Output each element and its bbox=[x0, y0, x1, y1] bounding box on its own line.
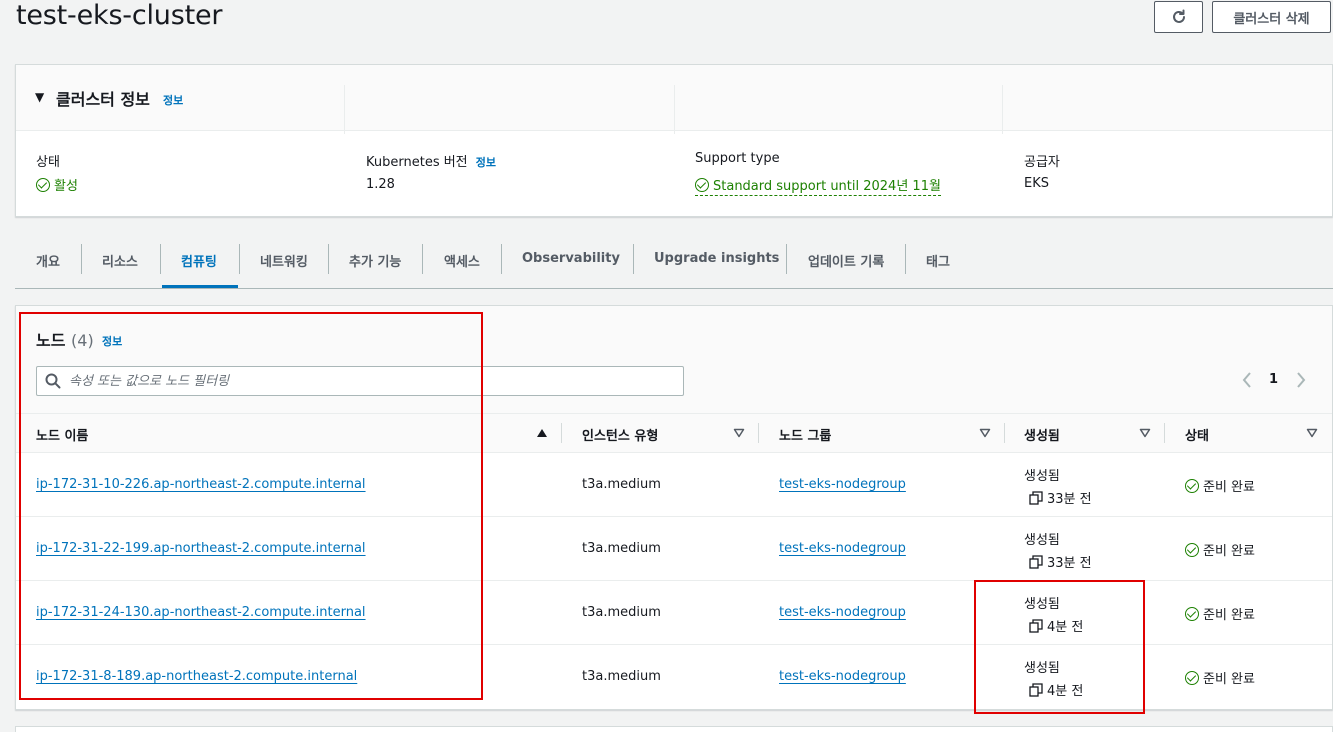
node-group-link[interactable]: test-eks-nodegroup bbox=[779, 477, 906, 492]
sort-icon[interactable] bbox=[979, 428, 991, 438]
status-value: 활성 bbox=[36, 175, 78, 194]
column-header-instance-type[interactable]: 인스턴스 유형 bbox=[582, 425, 658, 444]
tab-separator bbox=[239, 244, 240, 274]
highlight-box-created bbox=[974, 580, 1145, 714]
tab-separator bbox=[160, 244, 161, 274]
tab-separator bbox=[905, 244, 906, 274]
instance-type: t3a.medium bbox=[582, 669, 661, 684]
k8s-version-label: Kubernetes 버전 정보 bbox=[366, 151, 496, 170]
check-circle-icon bbox=[1185, 543, 1199, 557]
tab-addons[interactable]: 추가 기능 bbox=[349, 251, 401, 270]
divider bbox=[344, 85, 345, 134]
highlight-box-node-names bbox=[19, 312, 483, 700]
created-time: 33분 전 bbox=[1029, 488, 1092, 507]
tab-separator bbox=[328, 244, 329, 274]
provider-value: EKS bbox=[1024, 176, 1049, 191]
tab-overview[interactable]: 개요 bbox=[36, 251, 60, 270]
check-circle-icon bbox=[1185, 671, 1199, 685]
column-separator bbox=[561, 423, 562, 443]
node-status: 준비 완료 bbox=[1185, 540, 1255, 559]
check-circle-icon bbox=[695, 178, 709, 192]
delete-cluster-button[interactable]: 클러스터 삭제 bbox=[1212, 1, 1331, 33]
node-status-text: 준비 완료 bbox=[1203, 480, 1255, 495]
cluster-info-link[interactable]: 정보 bbox=[163, 92, 183, 108]
created-label: 생성됨 bbox=[1024, 469, 1060, 484]
tab-upgrade-insights[interactable]: Upgrade insights bbox=[654, 251, 779, 266]
instance-type: t3a.medium bbox=[582, 605, 661, 620]
tab-separator bbox=[422, 244, 423, 274]
caret-down-icon[interactable]: ▼ bbox=[35, 90, 44, 104]
node-status: 준비 완료 bbox=[1185, 668, 1255, 687]
check-circle-icon bbox=[1185, 607, 1199, 621]
node-status-text: 준비 완료 bbox=[1203, 672, 1255, 687]
support-type-value[interactable]: Standard support until 2024년 11월 bbox=[695, 175, 941, 196]
tab-observability[interactable]: Observability bbox=[522, 251, 620, 266]
status-label: 상태 bbox=[36, 155, 60, 170]
check-circle-icon bbox=[1185, 479, 1199, 493]
tab-separator bbox=[633, 244, 634, 274]
sort-ascending-icon[interactable] bbox=[536, 428, 548, 438]
column-header-created[interactable]: 생성됨 bbox=[1024, 425, 1060, 444]
column-header-status[interactable]: 상태 bbox=[1185, 425, 1209, 444]
next-panel bbox=[15, 726, 1333, 732]
refresh-button[interactable] bbox=[1154, 1, 1203, 33]
k8s-version-value: 1.28 bbox=[366, 177, 395, 192]
cluster-info-title[interactable]: 클러스터 정보 bbox=[56, 86, 150, 110]
tab-compute[interactable]: 컴퓨팅 bbox=[181, 251, 217, 270]
k8s-info-link[interactable]: 정보 bbox=[476, 156, 496, 169]
node-status-text: 준비 완료 bbox=[1203, 544, 1255, 559]
tab-networking[interactable]: 네트워킹 bbox=[260, 251, 308, 270]
tabs-divider bbox=[15, 288, 1333, 289]
tab-tags[interactable]: 태그 bbox=[926, 251, 950, 270]
node-group-link[interactable]: test-eks-nodegroup bbox=[779, 541, 906, 556]
chevron-left-icon[interactable] bbox=[1240, 370, 1254, 390]
tab-separator bbox=[786, 244, 787, 274]
column-separator bbox=[1004, 423, 1005, 443]
node-group-link[interactable]: test-eks-nodegroup bbox=[779, 605, 906, 620]
check-circle-icon bbox=[36, 178, 50, 192]
copy-icon[interactable] bbox=[1029, 555, 1043, 569]
sort-icon[interactable] bbox=[1306, 428, 1318, 438]
page-title: test-eks-cluster bbox=[16, 0, 223, 31]
created-ago: 33분 전 bbox=[1047, 556, 1092, 571]
support-type-label: Support type bbox=[695, 151, 780, 166]
sort-icon[interactable] bbox=[1139, 428, 1151, 438]
refresh-icon bbox=[1172, 9, 1185, 23]
tab-resources[interactable]: 리소스 bbox=[102, 251, 138, 270]
status-text: 활성 bbox=[54, 179, 78, 194]
chevron-right-icon[interactable] bbox=[1294, 370, 1308, 390]
sort-icon[interactable] bbox=[733, 428, 745, 438]
provider-label: 공급자 bbox=[1024, 155, 1060, 170]
node-group-link[interactable]: test-eks-nodegroup bbox=[779, 669, 906, 684]
tab-access[interactable]: 액세스 bbox=[444, 251, 480, 270]
node-status-text: 준비 완료 bbox=[1203, 608, 1255, 623]
node-status: 준비 완료 bbox=[1185, 604, 1255, 623]
k8s-version-label-text: Kubernetes 버전 bbox=[366, 155, 468, 170]
divider bbox=[1002, 85, 1003, 134]
column-separator bbox=[758, 423, 759, 443]
column-separator bbox=[1164, 423, 1165, 443]
support-type-text: Standard support until 2024년 11월 bbox=[713, 179, 941, 194]
tab-separator bbox=[81, 244, 82, 274]
column-header-node-group[interactable]: 노드 그룹 bbox=[779, 425, 831, 444]
tab-separator bbox=[501, 244, 502, 274]
created-ago: 33분 전 bbox=[1047, 492, 1092, 507]
copy-icon[interactable] bbox=[1029, 491, 1043, 505]
instance-type: t3a.medium bbox=[582, 541, 661, 556]
divider bbox=[674, 85, 675, 134]
node-status: 준비 완료 bbox=[1185, 476, 1255, 495]
created-time: 33분 전 bbox=[1029, 552, 1092, 571]
tab-update-history[interactable]: 업데이트 기록 bbox=[808, 251, 884, 270]
created-label: 생성됨 bbox=[1024, 533, 1060, 548]
instance-type: t3a.medium bbox=[582, 477, 661, 492]
page-number[interactable]: 1 bbox=[1269, 372, 1278, 387]
